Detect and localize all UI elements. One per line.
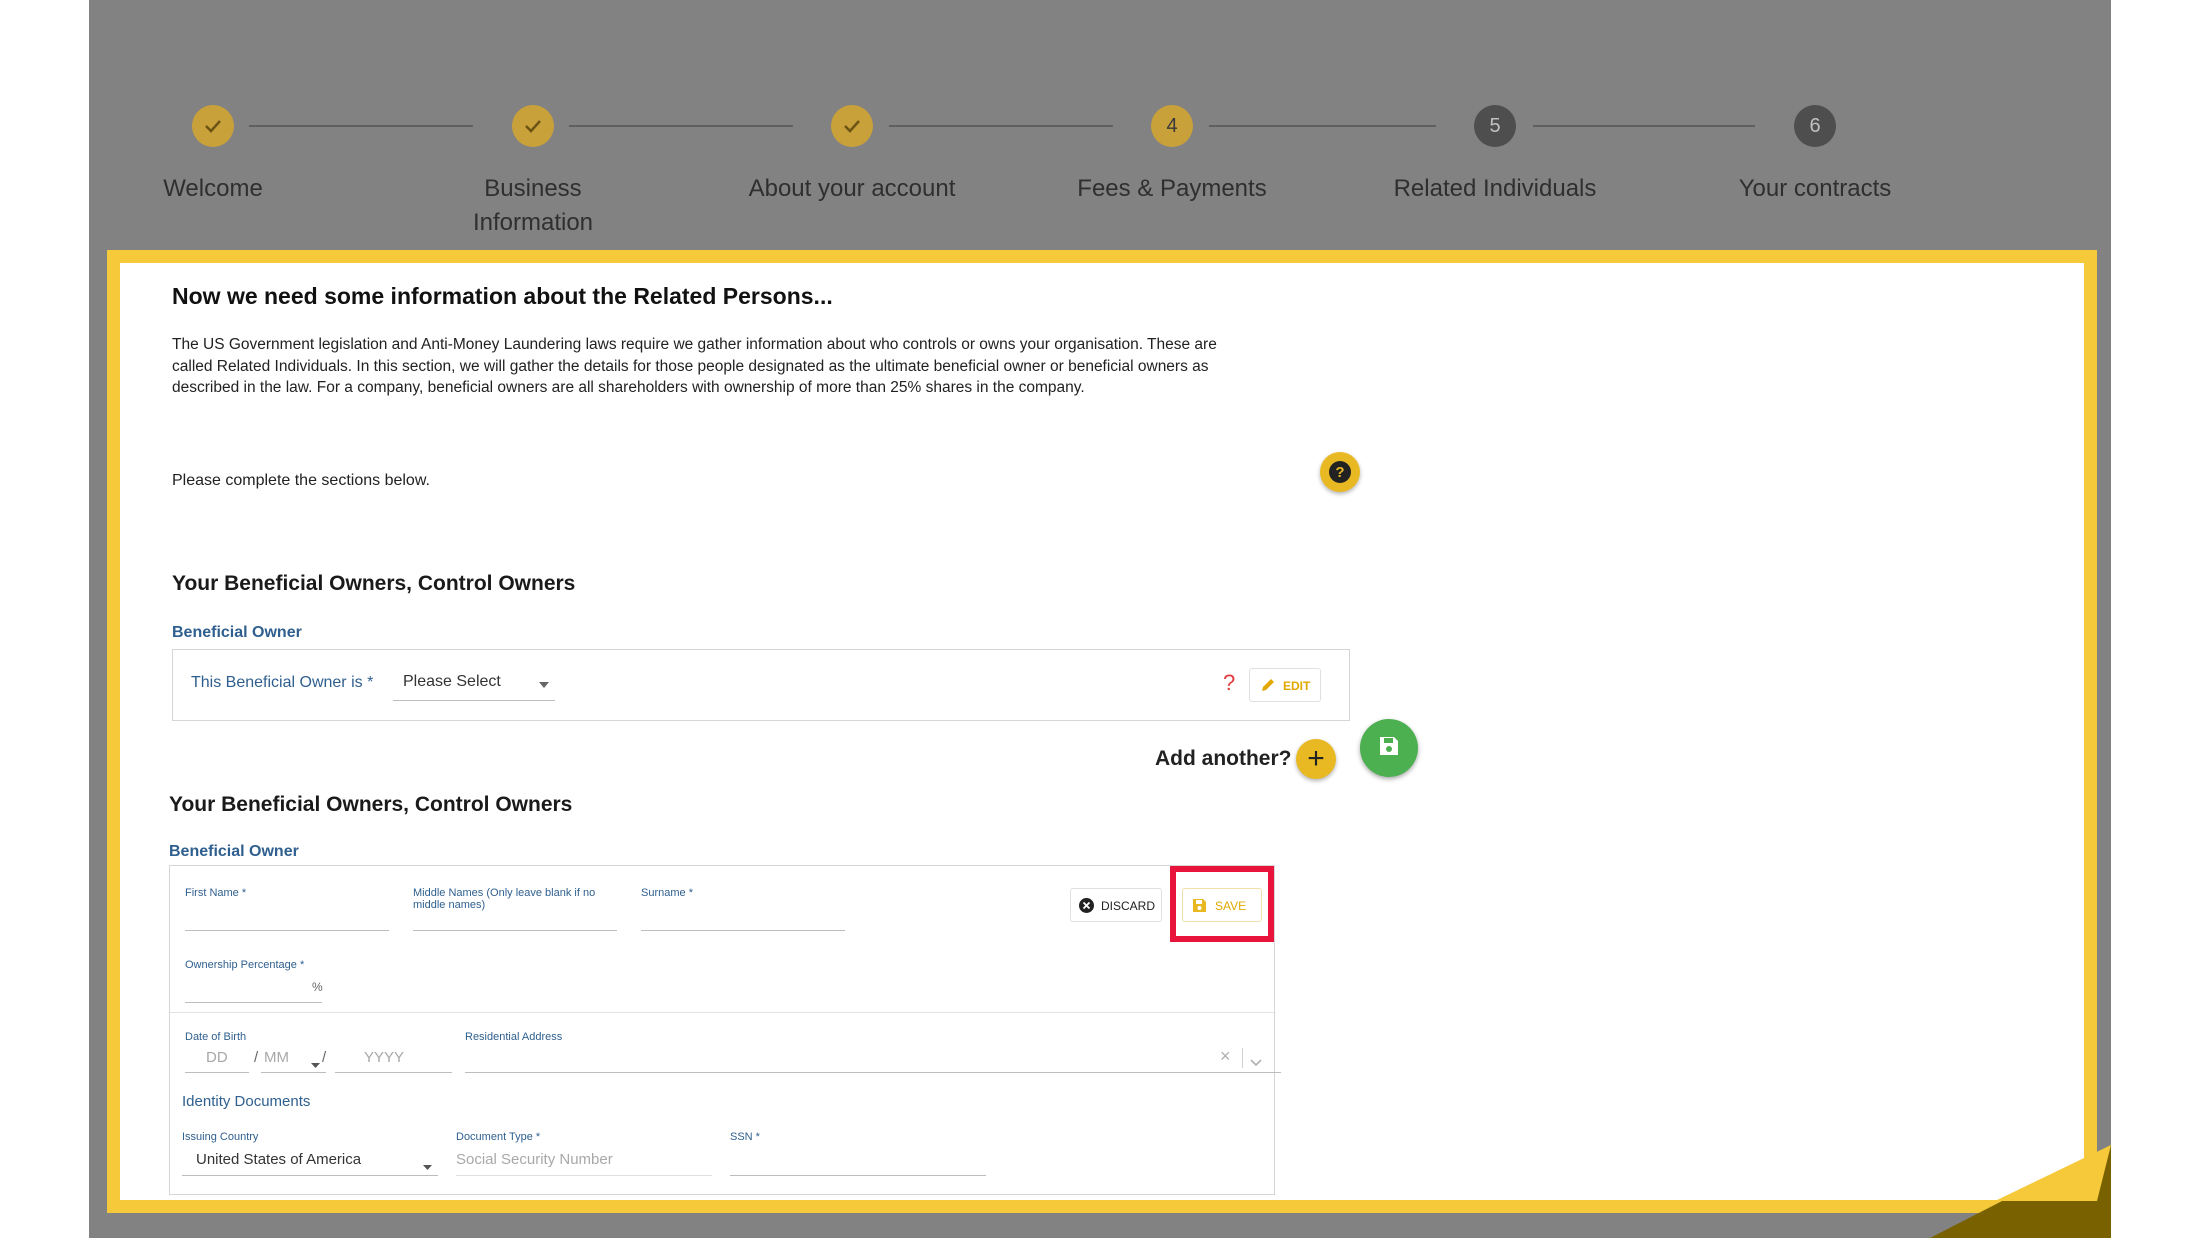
- ssn-label: SSN *: [730, 1131, 760, 1143]
- step-connector: [1209, 125, 1436, 127]
- instruction-text: Please complete the sections below.: [172, 472, 430, 489]
- dob-month-select[interactable]: MM: [264, 1049, 289, 1066]
- step-4-label: Fees & Payments: [1077, 175, 1267, 202]
- document-type-value[interactable]: Social Security Number: [456, 1151, 613, 1168]
- section-1-heading: Your Beneficial Owners, Control Owners: [172, 572, 576, 595]
- step-connector: [569, 125, 793, 127]
- chevron-down-icon: [423, 1158, 432, 1176]
- owner-type-select[interactable]: Please Select: [393, 664, 555, 701]
- step-connector: [889, 125, 1113, 127]
- intro-line-3: described in the law. For a company, ben…: [172, 379, 1085, 396]
- discard-button[interactable]: DISCARD: [1070, 888, 1162, 922]
- edit-button-label: EDIT: [1283, 679, 1311, 693]
- floppy-disk-icon: [1377, 734, 1401, 763]
- add-another-label: Add another?: [1155, 747, 1292, 770]
- step-6-number[interactable]: 6: [1794, 105, 1836, 147]
- middle-names-field[interactable]: [413, 930, 617, 931]
- related-individuals-form-panel: Now we need some information about the R…: [107, 250, 2097, 1213]
- dob-separator-1: /: [254, 1049, 259, 1066]
- intro-paragraph: The US Government legislation and Anti-M…: [172, 334, 1372, 399]
- intro-line-1: The US Government legislation and Anti-M…: [172, 336, 1217, 353]
- surname-field[interactable]: [641, 930, 845, 931]
- missing-info-indicator: ?: [1223, 670, 1236, 695]
- step-connector: [1533, 125, 1755, 127]
- section-1-subheading: Beneficial Owner: [172, 624, 302, 641]
- step-1-label: Welcome: [163, 175, 263, 202]
- date-of-birth-label: Date of Birth: [185, 1031, 247, 1043]
- step-2-label: Business Information: [413, 172, 653, 240]
- address-divider: [1242, 1048, 1243, 1068]
- dob-separator-2: /: [322, 1049, 327, 1066]
- dob-day-underline: [185, 1072, 249, 1073]
- pencil-icon: [1260, 677, 1276, 698]
- help-icon[interactable]: ?: [1320, 452, 1360, 492]
- section-2-subheading: Beneficial Owner: [169, 843, 299, 860]
- edit-button[interactable]: EDIT: [1249, 668, 1321, 702]
- issuing-country-value[interactable]: United States of America: [196, 1151, 361, 1168]
- save-icon: [1192, 898, 1207, 918]
- discard-button-label: DISCARD: [1101, 899, 1156, 913]
- plus-icon: +: [1307, 742, 1325, 775]
- step-5-number[interactable]: 5: [1474, 105, 1516, 147]
- save-button-label: SAVE: [1215, 899, 1247, 913]
- svg-text:?: ?: [1335, 464, 1344, 481]
- residential-address-field[interactable]: [465, 1072, 1281, 1073]
- step-1-check-icon[interactable]: [192, 105, 234, 147]
- document-type-label: Document Type *: [456, 1131, 541, 1143]
- step-connector: [249, 125, 473, 127]
- percent-suffix: %: [312, 980, 323, 994]
- owner-type-select-value: Please Select: [403, 673, 501, 690]
- ownership-percentage-label: Ownership Percentage *: [185, 959, 305, 971]
- save-button[interactable]: SAVE: [1182, 888, 1262, 922]
- page-title: Now we need some information about the R…: [172, 283, 833, 309]
- save-all-button[interactable]: [1360, 719, 1418, 777]
- issuing-country-select[interactable]: [182, 1175, 438, 1176]
- section-2-heading: Your Beneficial Owners, Control Owners: [169, 793, 573, 816]
- step-2-check-icon[interactable]: [512, 105, 554, 147]
- dob-day-input[interactable]: DD: [206, 1049, 228, 1066]
- beneficial-owner-edit-card: First Name * Middle Names (Only leave bl…: [169, 865, 1281, 1195]
- issuing-country-label: Issuing Country: [182, 1131, 259, 1143]
- step-6-label: Your contracts: [1738, 175, 1892, 202]
- surname-label: Surname *: [641, 887, 693, 899]
- chevron-down-icon[interactable]: [1250, 1054, 1262, 1072]
- dob-year-underline: [335, 1072, 452, 1073]
- middle-names-label: Middle Names (Only leave blank if no mid…: [413, 887, 596, 911]
- step-3-check-icon[interactable]: [831, 105, 873, 147]
- row-divider: [170, 1012, 1276, 1013]
- step-5-label: Related Individuals: [1393, 175, 1597, 202]
- owner-type-label: This Beneficial Owner is *: [191, 674, 374, 691]
- first-name-label: First Name *: [185, 887, 247, 899]
- dob-month-underline: [261, 1072, 326, 1073]
- step-2-label-text: Business Information: [472, 175, 594, 236]
- beneficial-owner-card: This Beneficial Owner is * Please Select…: [172, 649, 1350, 721]
- step-3-label: About your account: [748, 175, 956, 202]
- ownership-percentage-field[interactable]: [185, 1002, 322, 1003]
- step-4-number[interactable]: 4: [1151, 105, 1193, 147]
- clear-icon[interactable]: ×: [1220, 1046, 1231, 1067]
- dob-year-input[interactable]: YYYY: [364, 1049, 404, 1066]
- ssn-field[interactable]: [730, 1175, 986, 1176]
- chevron-down-icon: [539, 676, 549, 694]
- document-type-select[interactable]: [456, 1175, 712, 1176]
- residential-address-label: Residential Address: [465, 1031, 563, 1043]
- close-circle-icon: [1079, 898, 1094, 918]
- intro-line-2: called Related Individuals. In this sect…: [172, 357, 1209, 375]
- add-owner-button[interactable]: +: [1296, 739, 1336, 779]
- first-name-field[interactable]: [185, 930, 389, 931]
- identity-documents-heading: Identity Documents: [182, 1093, 311, 1110]
